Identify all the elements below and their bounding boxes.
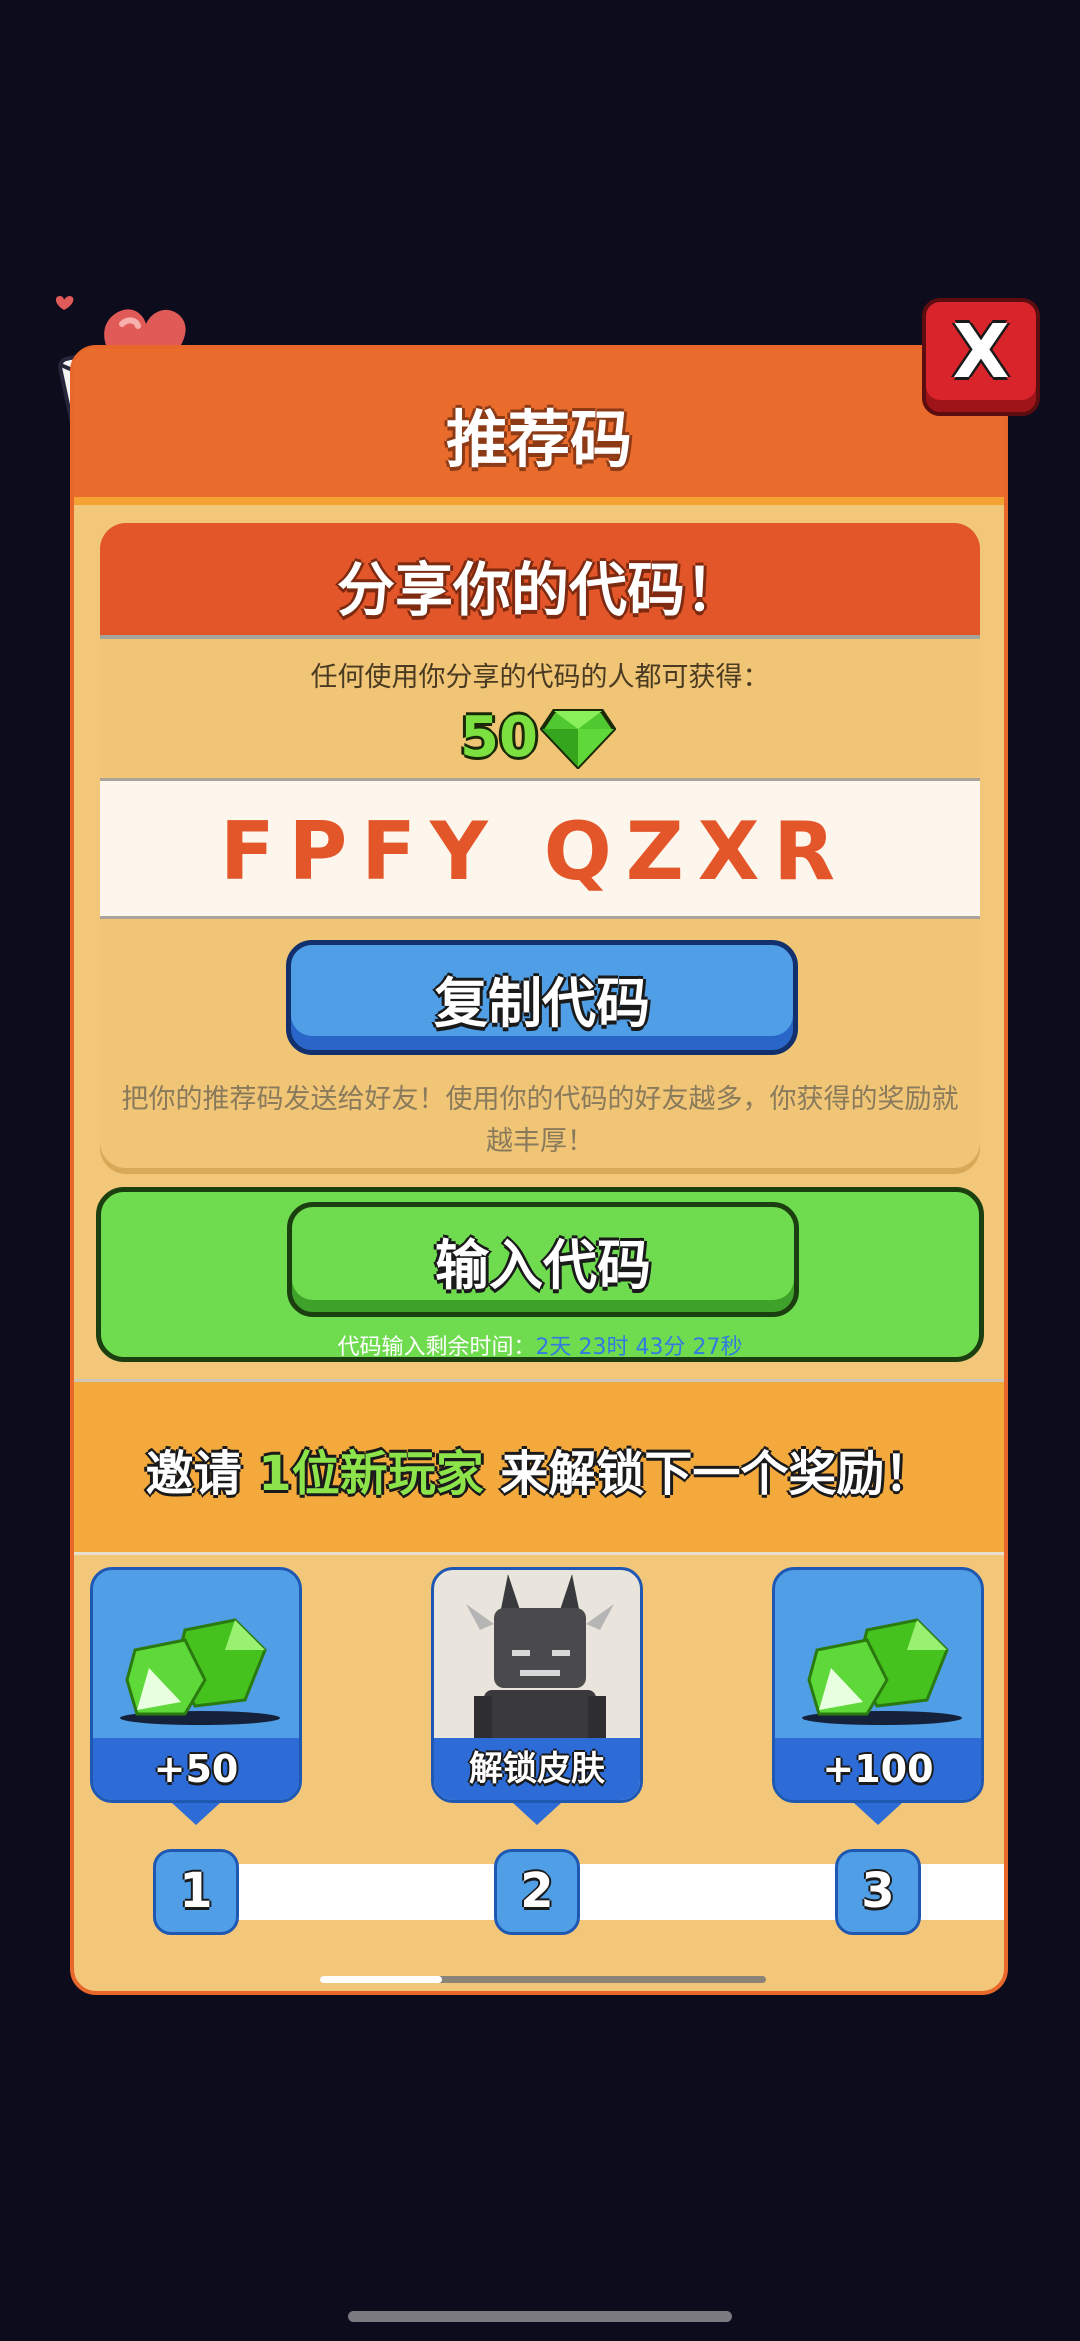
- enter-code-button[interactable]: 输入代码: [287, 1202, 799, 1317]
- invite-part1: 邀请: [145, 1446, 259, 1502]
- share-card-header: 分享你的代码！: [100, 523, 980, 639]
- timer-minutes: 43: [635, 1335, 664, 1360]
- close-button[interactable]: X: [922, 298, 1040, 416]
- invite-part2: 来解锁下一个奖励！: [483, 1446, 933, 1502]
- panel-title: 推荐码: [445, 403, 632, 476]
- reward-card-1[interactable]: +50: [90, 1567, 302, 1803]
- gem-icon: [120, 1618, 280, 1725]
- invite-highlight: 1位新玩家: [258, 1446, 484, 1502]
- skin-character-icon: [466, 1574, 614, 1742]
- reward-card-3[interactable]: +100: [772, 1567, 984, 1803]
- code-entry-timer: 代码输入剩余时间：2天 23时 43分 27秒: [101, 1329, 979, 1361]
- panel-header: 推荐码: [74, 349, 1004, 505]
- timer-hours: 23: [578, 1335, 607, 1360]
- referral-code-box[interactable]: FPFY QZXR: [100, 778, 980, 919]
- rewards-scrollbar[interactable]: [320, 1976, 766, 1983]
- timer-seconds-unit: 秒: [720, 1335, 743, 1360]
- share-code-card: 分享你的代码！ 任何使用你分享的代码的人都可获得： 50 FPFY QZXR 复…: [100, 523, 980, 1168]
- timer-prefix: 代码输入剩余时间：: [337, 1335, 536, 1360]
- referral-code[interactable]: FPFY QZXR: [220, 805, 849, 898]
- referral-panel: 推荐码 分享你的代码！ 任何使用你分享的代码的人都可获得： 50 FPFY QZ…: [70, 345, 1008, 1995]
- rewards-scrollbar-thumb[interactable]: [320, 1976, 442, 1983]
- gem-icon: [540, 709, 616, 769]
- reward-description: 任何使用你分享的代码的人都可获得：: [310, 662, 770, 693]
- reward-amount: 50: [460, 705, 538, 770]
- reward-label-1: +50: [93, 1738, 299, 1800]
- reward-pointer-2: [513, 1803, 561, 1825]
- reward-label-2: 解锁皮肤: [434, 1738, 640, 1800]
- invite-message: 邀请 1位新玩家 来解锁下一个奖励！: [74, 1434, 1004, 1504]
- timer-seconds: 27: [692, 1335, 721, 1360]
- timer-hours-unit: 时: [606, 1335, 629, 1360]
- invite-banner: 邀请 1位新玩家 来解锁下一个奖励！: [74, 1379, 1004, 1555]
- gem-icon: [802, 1618, 962, 1725]
- progress-step-3: 3: [835, 1849, 921, 1935]
- share-card-title: 分享你的代码！: [336, 556, 743, 624]
- copy-code-button[interactable]: 复制代码: [286, 940, 798, 1055]
- enter-code-card: 输入代码 代码输入剩余时间：2天 23时 43分 27秒: [96, 1187, 984, 1362]
- reward-card-2[interactable]: 解锁皮肤: [431, 1567, 643, 1803]
- progress-step-2: 2: [494, 1849, 580, 1935]
- reward-pointer-1: [172, 1803, 220, 1825]
- share-note: 把你的推荐码发送给好友！使用你的代码的好友越多，你获得的奖励就越丰厚！: [121, 1084, 959, 1157]
- progress-step-1: 1: [153, 1849, 239, 1935]
- timer-minutes-unit: 分: [663, 1335, 686, 1360]
- reward-pointer-3: [854, 1803, 902, 1825]
- reward-label-3: +100: [775, 1738, 981, 1800]
- home-indicator[interactable]: [348, 2311, 732, 2322]
- timer-days: 2: [535, 1335, 550, 1360]
- timer-days-unit: 天: [549, 1335, 572, 1360]
